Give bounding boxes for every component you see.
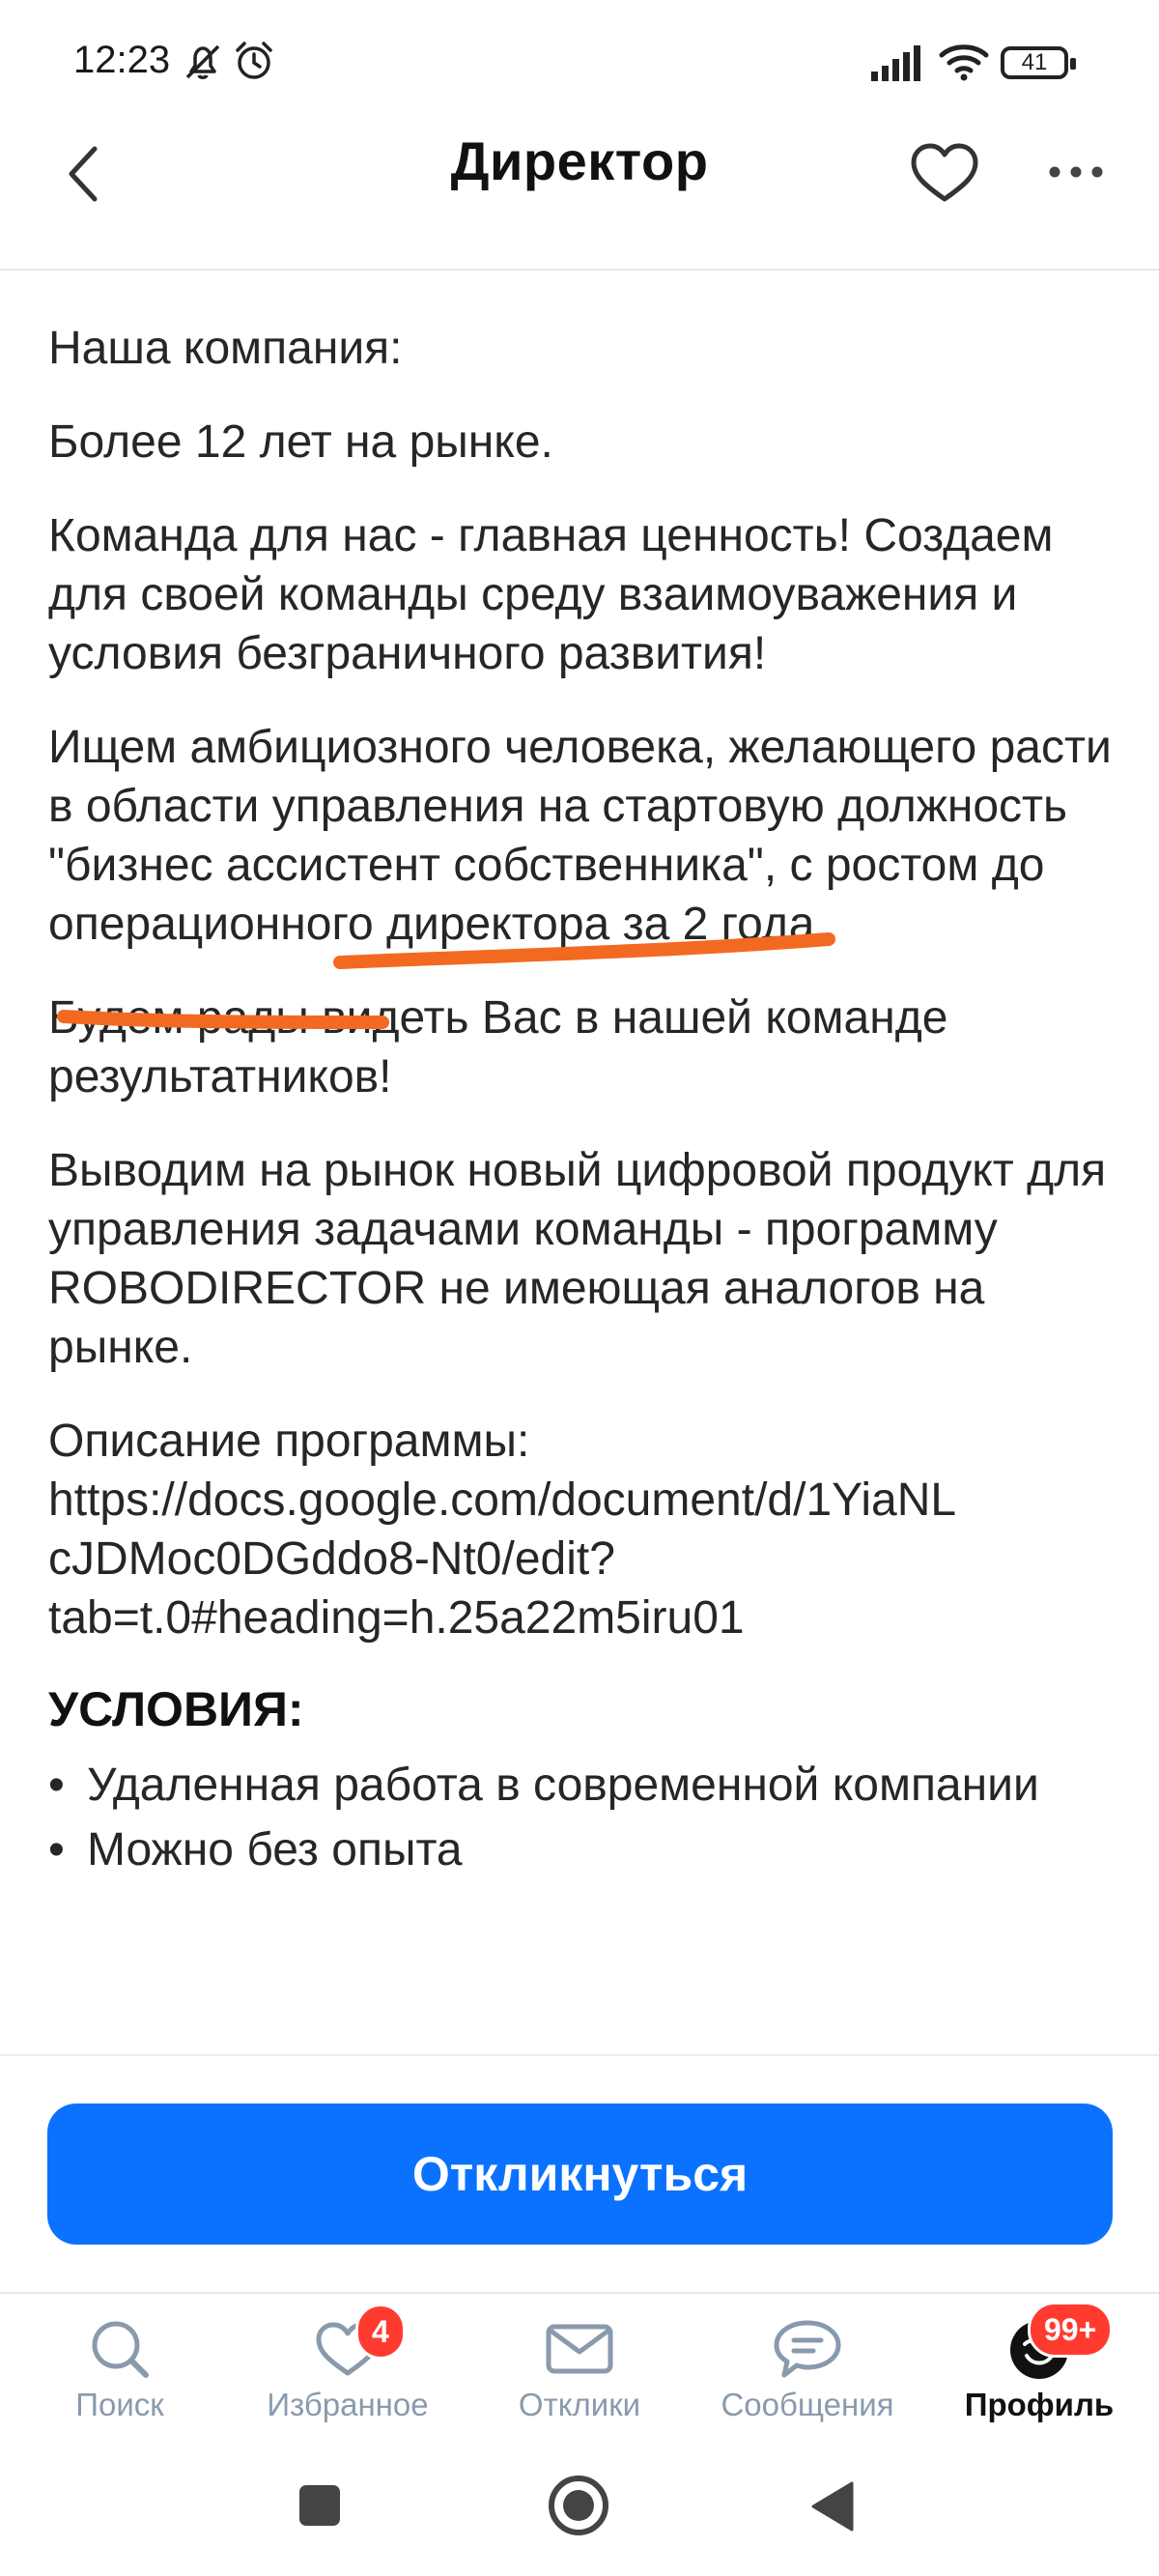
description-paragraph: Будем рады видеть Вас в нашей команде ре… <box>48 992 948 1102</box>
nav-item-favorites[interactable]: 4 Избранное <box>232 2294 464 2439</box>
nav-label: Отклики <box>518 2387 641 2422</box>
conditions-list: Удаленная работа в современной компании … <box>48 1756 1130 1879</box>
list-item: Удаленная работа в современной компании <box>48 1756 1130 1815</box>
program-link[interactable]: https://docs.google.com/document/d/1YiaN… <box>48 1471 1130 1647</box>
respond-button[interactable]: Откликнуться <box>47 2104 1113 2245</box>
page-title: Директор <box>450 130 709 191</box>
back-icon[interactable] <box>807 2479 860 2533</box>
vacancy-description: Наша компания: Более 12 лет на рынке. Ко… <box>48 319 1130 2048</box>
envelope-icon <box>546 2324 613 2374</box>
nav-item-search[interactable]: Поиск <box>4 2294 236 2439</box>
conditions-title: УСЛОВИЯ: <box>48 1682 304 1736</box>
chat-bubble-icon <box>774 2320 841 2378</box>
nav-item-responses[interactable]: Отклики <box>464 2294 695 2439</box>
nav-label: Сообщения <box>721 2387 894 2422</box>
battery-indicator: 41 <box>1001 46 1076 79</box>
profile-badge: 99+ <box>1028 2302 1114 2358</box>
bottom-nav: Поиск 4 Избранное Отклики Сообщения 99+ … <box>0 2292 1159 2437</box>
description-paragraph: Выводим на рынок новый цифровой продукт … <box>48 1145 1107 1373</box>
alarm-icon <box>236 42 272 79</box>
nav-label: Поиск <box>75 2387 164 2422</box>
more-dots-icon[interactable] <box>1043 135 1113 213</box>
status-time: 12:23 <box>73 39 171 81</box>
description-paragraph: Более 12 лет на рынке. <box>48 416 553 468</box>
program-label: Описание программы: <box>48 1416 530 1467</box>
description-paragraph: Команда для нас - главная ценность! Созд… <box>48 510 1054 679</box>
list-item: Можно без опыта <box>48 1820 1130 1879</box>
wifi-icon <box>939 44 989 81</box>
status-bar: 12:23 41 <box>0 0 1159 126</box>
bell-off-icon <box>185 44 220 79</box>
nav-item-profile[interactable]: 99+ Профиль <box>923 2294 1155 2439</box>
favorites-badge: 4 <box>355 2304 406 2360</box>
nav-item-messages[interactable]: Сообщения <box>692 2294 923 2439</box>
description-paragraph: Наша компания: <box>48 323 403 374</box>
header: Директор <box>0 126 1159 271</box>
nav-label: Профиль <box>964 2387 1115 2422</box>
search-icon <box>92 2321 149 2378</box>
system-nav <box>0 2437 1159 2576</box>
content-divider <box>0 2048 1159 2056</box>
favorite-heart-icon[interactable] <box>906 135 983 213</box>
nav-label: Избранное <box>267 2387 429 2422</box>
home-icon[interactable] <box>547 2474 610 2537</box>
description-paragraph-highlighted: Ищем амбициозного человека, желающего ра… <box>48 722 1112 950</box>
signal-icon <box>871 45 920 81</box>
recent-apps-icon[interactable] <box>296 2481 344 2530</box>
